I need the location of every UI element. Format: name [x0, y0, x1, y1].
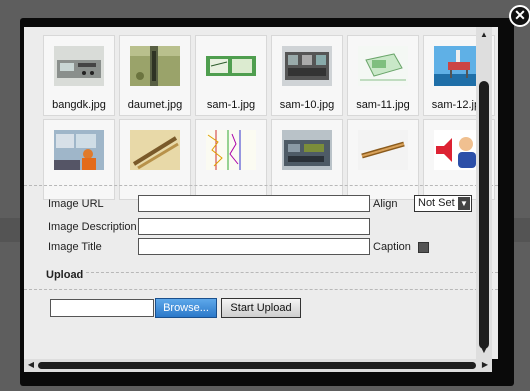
vertical-scrollbar[interactable]: ▲ ▼ — [476, 27, 492, 359]
align-selected-value: Not Set — [418, 197, 455, 209]
drill-bit-image — [358, 130, 408, 170]
drill-tools-image — [130, 130, 180, 170]
thumbnail-caption: bangdk.jpg — [52, 99, 106, 111]
scroll-right-icon[interactable]: ▶ — [480, 360, 490, 369]
caption-checkbox[interactable] — [418, 242, 429, 253]
upload-section-title: Upload — [46, 269, 84, 281]
start-upload-button[interactable]: Start Upload — [221, 298, 301, 318]
thumbnail-item[interactable] — [347, 119, 419, 200]
chart-image — [206, 46, 256, 86]
image-url-label: Image URL — [48, 198, 104, 210]
thumbnail-item[interactable] — [43, 119, 115, 200]
thumbnail-item[interactable]: sam-11.jpg — [347, 35, 419, 116]
align-select[interactable]: Not Set ▼ — [414, 195, 472, 212]
thumbnail-item[interactable] — [119, 119, 191, 200]
thumbnail-caption: sam-10.jpg — [279, 99, 335, 111]
lab-equipment-image — [54, 46, 104, 86]
thumbnail-item[interactable]: bangdk.jpg — [43, 35, 115, 116]
thumbnail-caption: sam-11.jpg — [356, 99, 410, 111]
image-description-label: Image Description — [48, 221, 137, 233]
scroll-left-icon[interactable]: ◀ — [26, 360, 36, 369]
facility-image — [282, 130, 332, 170]
scroll-up-icon[interactable]: ▲ — [479, 30, 489, 40]
thumbnail-item[interactable]: daumet.jpg — [119, 35, 191, 116]
divider — [24, 289, 498, 290]
browse-button[interactable]: Browse... — [155, 298, 217, 318]
thumbnail-caption: daumet.jpg — [127, 99, 183, 111]
image-description-input[interactable] — [138, 218, 370, 235]
field-pipeline-image — [130, 46, 180, 86]
thumbnail-item[interactable]: sam-10.jpg — [271, 35, 343, 116]
caption-label: Caption — [373, 241, 411, 253]
align-label: Align — [373, 198, 398, 210]
vertical-scroll-thumb[interactable] — [479, 81, 489, 349]
thumbnail-caption: sam-1.jpg — [206, 99, 256, 111]
chevron-down-icon: ▼ — [458, 197, 470, 210]
close-icon: ✕ — [514, 7, 526, 23]
scroll-down-icon[interactable]: ▼ — [479, 346, 489, 356]
close-button[interactable]: ✕ — [509, 5, 530, 27]
file-path-input[interactable] — [50, 299, 154, 317]
horizontal-scrollbar[interactable]: ◀ ▶ — [24, 359, 492, 372]
thumbnail-item[interactable]: sam-1.jpg — [195, 35, 267, 116]
image-title-input[interactable] — [138, 238, 370, 255]
plant-photo-image — [282, 46, 332, 86]
control-room-image — [54, 130, 104, 170]
machine-diagram-image — [358, 46, 408, 86]
log-chart-image — [206, 130, 256, 170]
image-title-label: Image Title — [48, 241, 102, 253]
dialog-content: bangdk.jpg daumet.jpg sam-1.jpg sam-10.j… — [24, 27, 498, 359]
horizontal-scroll-thumb[interactable] — [38, 362, 476, 369]
thumbnail-item[interactable] — [195, 119, 267, 200]
image-url-input[interactable] — [138, 195, 370, 212]
divider — [24, 185, 498, 186]
thumbnail-item[interactable] — [271, 119, 343, 200]
divider — [86, 272, 498, 273]
